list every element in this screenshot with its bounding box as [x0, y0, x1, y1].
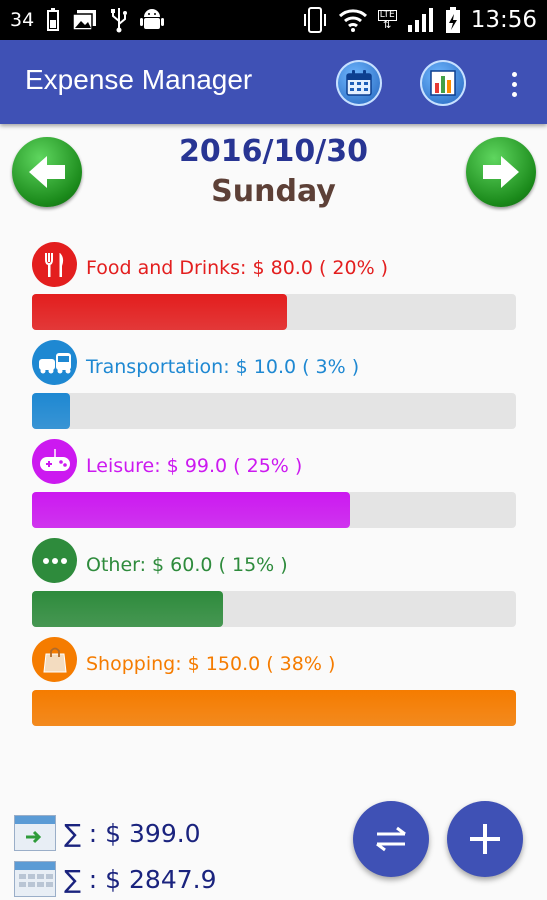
bar-chart-icon	[430, 70, 456, 96]
app-bar: Expense Manager	[0, 40, 547, 124]
category-bar-fill-other	[32, 591, 224, 627]
more-dots-icon	[32, 538, 77, 583]
category-bar-leisure[interactable]	[32, 492, 516, 528]
category-bar-other[interactable]	[32, 591, 516, 627]
category-bar-fill-food	[32, 294, 287, 330]
calendar-month-icon	[14, 861, 56, 897]
period-total: ∑ : $ 2847.9	[64, 864, 217, 894]
app-title: Expense Manager	[25, 64, 253, 95]
category-label-food[interactable]: Food and Drinks: $ 80.0 ( 20% )	[86, 257, 388, 279]
android-icon	[140, 7, 165, 33]
calendar-button[interactable]	[336, 60, 382, 106]
signal-bars-icon	[407, 7, 435, 33]
gamepad-icon	[32, 439, 77, 484]
switch-view-button[interactable]	[353, 801, 429, 877]
category-bar-fill-leisure	[32, 492, 351, 528]
category-bar-fill-transportation	[32, 393, 71, 429]
swap-arrows-icon	[376, 826, 406, 852]
add-expense-button[interactable]	[447, 801, 523, 877]
status-time: 13:56	[470, 7, 537, 33]
calendar-icon	[346, 70, 372, 96]
usb-icon	[110, 7, 128, 33]
battery-charging-icon	[445, 6, 461, 34]
current-date: 2016/10/30	[179, 134, 368, 169]
wifi-icon	[338, 8, 368, 32]
plus-icon	[470, 824, 500, 854]
next-day-button[interactable]	[466, 137, 536, 207]
battery-small-icon	[46, 8, 60, 32]
category-label-transportation[interactable]: Transportation: $ 10.0 ( 3% )	[86, 356, 359, 378]
more-dot	[511, 81, 517, 87]
more-dot	[511, 91, 517, 97]
notification-count: 34	[10, 9, 35, 31]
photo-icon	[72, 8, 98, 32]
chart-button[interactable]	[420, 60, 466, 106]
status-bar: 34 LTE ⇅ 13:56	[0, 0, 547, 40]
category-label-shopping[interactable]: Shopping: $ 150.0 ( 38% )	[86, 653, 335, 675]
category-bar-shopping[interactable]	[32, 690, 516, 726]
daily-total: ∑ : $ 399.0	[64, 818, 201, 848]
category-bar-transportation[interactable]	[32, 393, 516, 429]
fork-knife-icon	[32, 242, 77, 287]
category-bar-food[interactable]	[32, 294, 516, 330]
calendar-day-icon	[14, 815, 56, 851]
period-total-row: ∑ : $ 2847.9	[14, 861, 217, 897]
overflow-menu-button[interactable]	[500, 64, 528, 104]
category-label-leisure[interactable]: Leisure: $ 99.0 ( 25% )	[86, 455, 302, 477]
lte-signal-icon: LTE ⇅	[377, 10, 397, 31]
current-day: Sunday	[211, 174, 336, 209]
shopping-bag-icon	[32, 637, 77, 682]
arrow-right-icon	[483, 156, 519, 188]
category-bar-fill-shopping	[32, 690, 516, 726]
car-bus-icon	[32, 340, 77, 385]
category-label-other[interactable]: Other: $ 60.0 ( 15% )	[86, 554, 288, 576]
vibrate-icon	[302, 6, 328, 34]
more-dot	[511, 71, 517, 77]
daily-total-row: ∑ : $ 399.0	[14, 815, 201, 851]
